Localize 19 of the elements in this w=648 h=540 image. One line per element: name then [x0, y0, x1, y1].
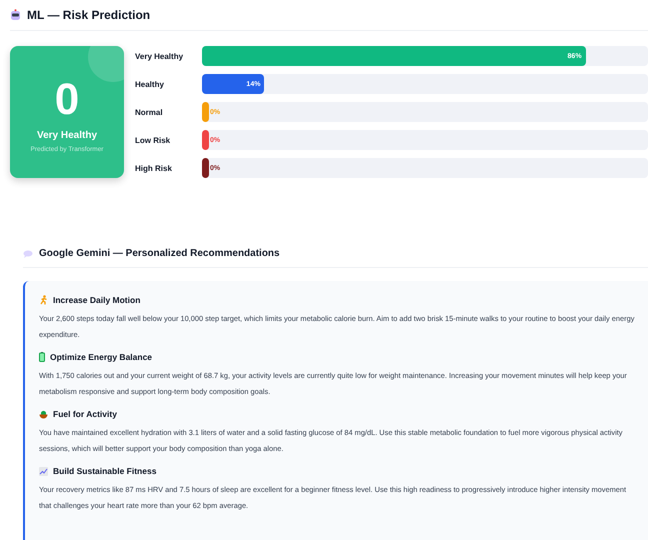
- bar-label: High Risk: [135, 164, 173, 172]
- bar-label: Normal: [135, 108, 164, 116]
- bar-label: Very Healthy: [135, 52, 184, 60]
- recommendation-title: Build Sustainable Fitness: [53, 466, 156, 476]
- chart-icon: [39, 466, 48, 476]
- section-title: Google Gemini — Personalized Recommendations: [39, 248, 280, 259]
- bowl-icon: [39, 410, 48, 418]
- prediction-value: 0: [54, 78, 80, 122]
- section-title: ML — Risk Prediction: [27, 8, 150, 22]
- bar-label: Low Risk: [135, 136, 172, 144]
- prediction-label: Very Healthy: [36, 130, 98, 140]
- recommendation-title: Fuel for Activity: [53, 409, 117, 419]
- robot-icon: [10, 9, 21, 21]
- recommendation-title: Optimize Energy Balance: [50, 352, 152, 362]
- recommendation-title: Increase Daily Motion: [53, 295, 140, 305]
- runner-icon: [39, 295, 48, 305]
- speech-bubble-icon: [23, 250, 33, 258]
- battery-icon: [39, 352, 45, 362]
- bar-label: Healthy: [135, 80, 165, 88]
